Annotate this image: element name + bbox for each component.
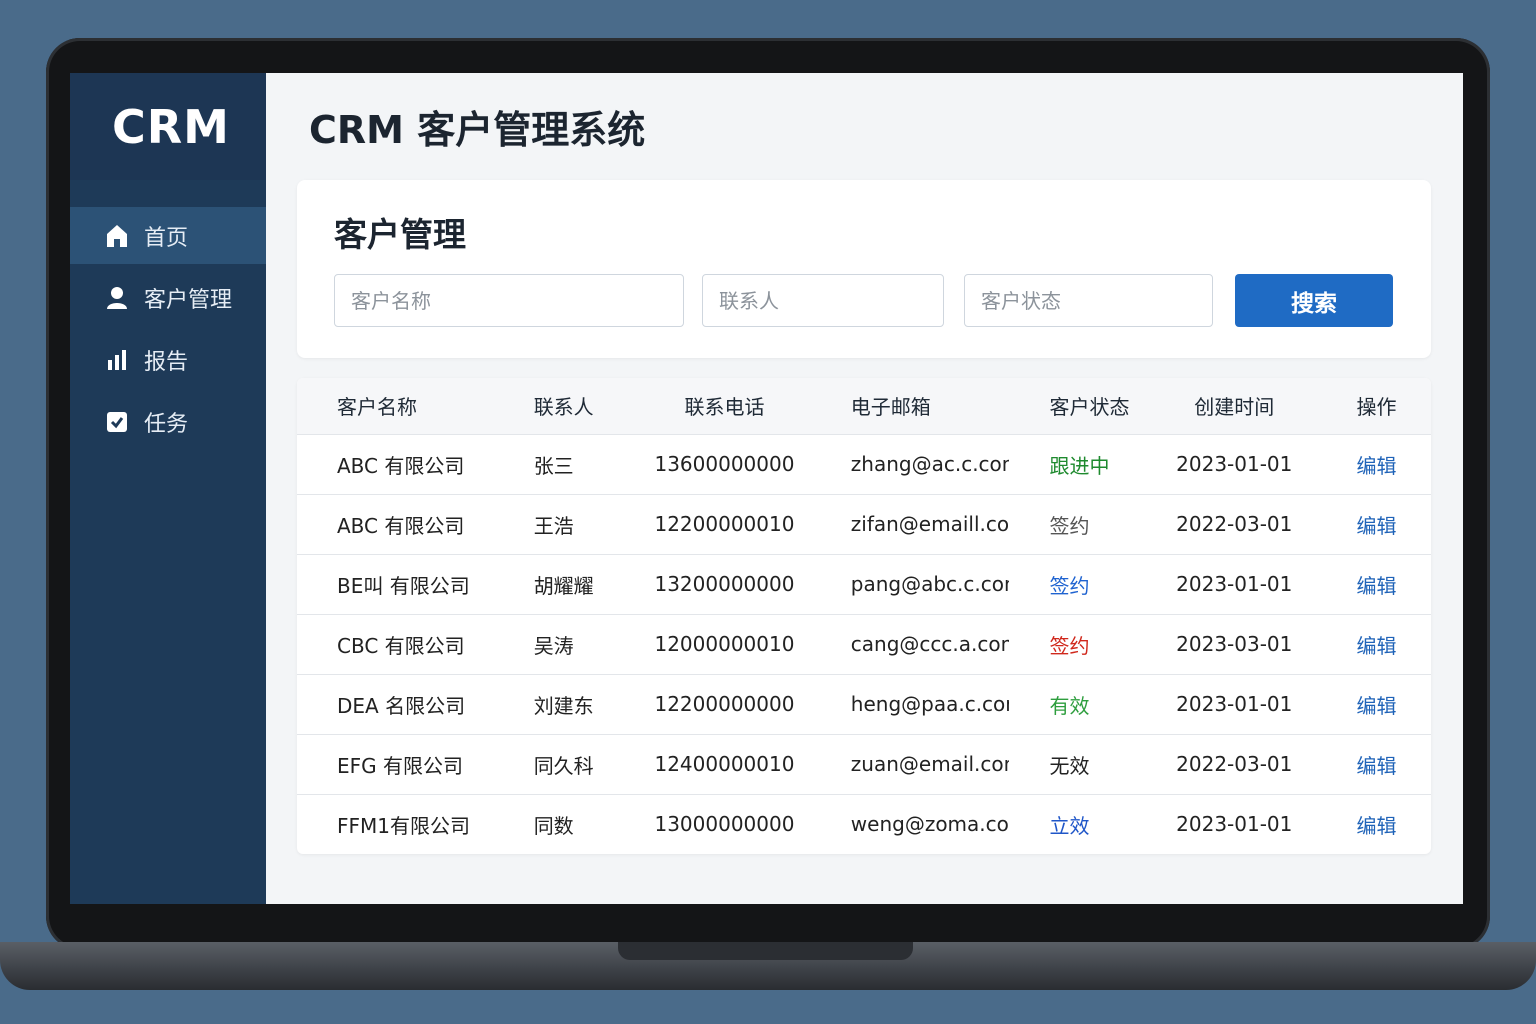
brand-logo: CRM	[70, 73, 266, 180]
email-cell: zifan@emaill.com	[810, 493, 1010, 554]
customer-name-cell: ABC 有限公司	[297, 433, 494, 494]
customer-name-cell: CBC 有限公司	[297, 613, 494, 674]
email-cell: zuan@email.com	[810, 733, 1010, 794]
sidebar-item-label: 报告	[144, 349, 189, 375]
filter-bar: 搜索	[334, 274, 1394, 327]
table-header-row: 客户名称 联系人 联系电话 电子邮箱 客户状态 创建时间 操作	[297, 378, 1431, 434]
email-cell: cang@ccc.a.com	[810, 613, 1010, 674]
contact-cell: 同数	[493, 793, 635, 854]
column-header[interactable]: 客户状态	[1009, 378, 1152, 434]
search-button[interactable]: 搜索	[1235, 274, 1393, 327]
phone-cell: 13200000000	[634, 553, 811, 614]
action-cell: 编辑	[1316, 793, 1431, 854]
status-cell: 签约	[1009, 553, 1152, 614]
status-cell: 无效	[1009, 733, 1152, 794]
phone-cell: 12400000010	[634, 733, 811, 794]
status-cell: 跟进中	[1009, 433, 1152, 494]
table-row[interactable]: ABC 有限公司王浩12200000010zifan@emaill.com签约2…	[297, 493, 1431, 554]
created-date-cell: 2023-01-01	[1151, 793, 1317, 854]
table-row[interactable]: BE叫 有限公司 胡耀耀 13200000000 pang@abc.c.com 签约 20…	[297, 553, 1431, 614]
created-date-cell: 2022-03-01	[1151, 493, 1317, 554]
screen: CRM 首页 客户管理 报告 任务 CRM 客户管理系统 客户管理 客户名称 联…	[70, 73, 1463, 904]
phone-cell: 12200000000	[634, 673, 811, 734]
status-cell: 立效	[1009, 793, 1152, 854]
edit-link[interactable]: 编辑	[1357, 514, 1397, 538]
status-cell: 有效	[1009, 673, 1152, 734]
phone-cell: 12000000010	[634, 613, 811, 674]
action-cell: 编辑	[1316, 613, 1431, 674]
created-date-cell: 2022-03-01	[1151, 733, 1317, 794]
edit-link[interactable]: 编辑	[1357, 694, 1397, 718]
column-header[interactable]: 联系人	[493, 378, 635, 434]
column-header[interactable]: 联系电话	[634, 378, 811, 434]
action-cell: 编辑	[1316, 553, 1431, 614]
checkbox-icon	[106, 410, 128, 434]
column-header[interactable]: 操作	[1316, 378, 1431, 434]
sidebar-nav: 首页 客户管理 报告 任务	[70, 207, 266, 450]
table-body: ABC 有限公司 张三 13600000000 zhang@ac.c.com 跟进中 20…	[297, 433, 1431, 854]
edit-link[interactable]: 编辑	[1357, 814, 1397, 838]
edit-link[interactable]: 编辑	[1357, 574, 1397, 598]
sidebar-item-label: 首页	[144, 225, 189, 251]
table-row[interactable]: DEA 名限公司 刘建东 12200000000 heng@paa.c.com 有效 20…	[297, 673, 1431, 734]
column-header[interactable]: 电子邮箱	[810, 378, 1010, 434]
contact-input[interactable]	[702, 274, 944, 327]
sidebar-item-reports[interactable]: 报告	[70, 331, 266, 388]
created-date-cell: 2023-01-01	[1151, 553, 1317, 614]
status-cell: 签约	[1009, 493, 1152, 554]
page-title: CRM 客户管理系统	[309, 108, 646, 152]
sidebar-item-home[interactable]: 首页	[70, 207, 266, 264]
action-cell: 编辑	[1316, 733, 1431, 794]
phone-cell: 13000000000	[634, 793, 811, 854]
contact-cell: 刘建东	[493, 673, 635, 734]
sidebar-item-tasks[interactable]: 任务	[70, 393, 266, 450]
action-cell: 编辑	[1316, 433, 1431, 494]
customer-name-cell: ABC 有限公司	[297, 493, 494, 554]
contact-cell: 张三	[493, 433, 635, 494]
table-row[interactable]: FFM1有限公司同数13000000000weng@zoma.com立效2023…	[297, 793, 1431, 854]
edit-link[interactable]: 编辑	[1357, 634, 1397, 658]
bar-chart-icon	[106, 348, 128, 372]
edit-link[interactable]: 编辑	[1357, 754, 1397, 778]
customer-name-cell: DEA 名限公司	[297, 673, 494, 734]
customer-table: 客户名称 联系人 联系电话 电子邮箱 客户状态 创建时间 操作 ABC 有限公司…	[297, 378, 1431, 854]
phone-cell: 12200000010	[634, 493, 811, 554]
email-cell: weng@zoma.com	[810, 793, 1010, 854]
table-row[interactable]: EFG 有限公司 同久科 12400000010 zuan@email.com 无效 20…	[297, 733, 1431, 794]
filter-panel: 客户管理 搜索	[297, 180, 1431, 358]
user-icon	[106, 286, 128, 310]
customer-name-cell: FFM1有限公司	[297, 793, 494, 854]
contact-cell: 王浩	[493, 493, 635, 554]
email-cell: heng@paa.c.com	[810, 673, 1010, 734]
sidebar: CRM 首页 客户管理 报告 任务	[70, 73, 266, 904]
email-cell: zhang@ac.c.com	[810, 433, 1010, 494]
action-cell: 编辑	[1316, 493, 1431, 554]
main-content: CRM 客户管理系统 客户管理 搜索	[266, 73, 1463, 904]
sidebar-item-customers[interactable]: 客户管理	[70, 269, 266, 326]
customer-name-cell: EFG 有限公司	[297, 733, 494, 794]
email-cell: pang@abc.c.com	[810, 553, 1010, 614]
contact-cell: 吴涛	[493, 613, 635, 674]
created-date-cell: 2023-01-01	[1151, 433, 1317, 494]
column-header[interactable]: 创建时间	[1151, 378, 1317, 434]
phone-cell: 13600000000	[634, 433, 811, 494]
customer-name-input[interactable]	[334, 274, 684, 327]
home-icon	[106, 224, 128, 248]
status-cell: 签约	[1009, 613, 1152, 674]
customer-status-input[interactable]	[964, 274, 1213, 327]
laptop-notch	[618, 942, 913, 960]
sidebar-item-label: 任务	[144, 411, 189, 437]
created-date-cell: 2023-03-01	[1151, 613, 1317, 674]
created-date-cell: 2023-01-01	[1151, 673, 1317, 734]
column-header[interactable]: 客户名称	[297, 378, 494, 434]
contact-cell: 胡耀耀	[493, 553, 635, 614]
edit-link[interactable]: 编辑	[1357, 454, 1397, 478]
contact-cell: 同久科	[493, 733, 635, 794]
panel-title: 客户管理	[334, 215, 466, 254]
customer-name-cell: BE叫 有限公司	[297, 553, 494, 614]
action-cell: 编辑	[1316, 673, 1431, 734]
table-row[interactable]: CBC 有限公司 吴涛 12000000010 cang@ccc.a.com 签约 202…	[297, 613, 1431, 674]
sidebar-item-label: 客户管理	[144, 287, 233, 313]
table-row[interactable]: ABC 有限公司 张三 13600000000 zhang@ac.c.com 跟进中 20…	[297, 433, 1431, 494]
